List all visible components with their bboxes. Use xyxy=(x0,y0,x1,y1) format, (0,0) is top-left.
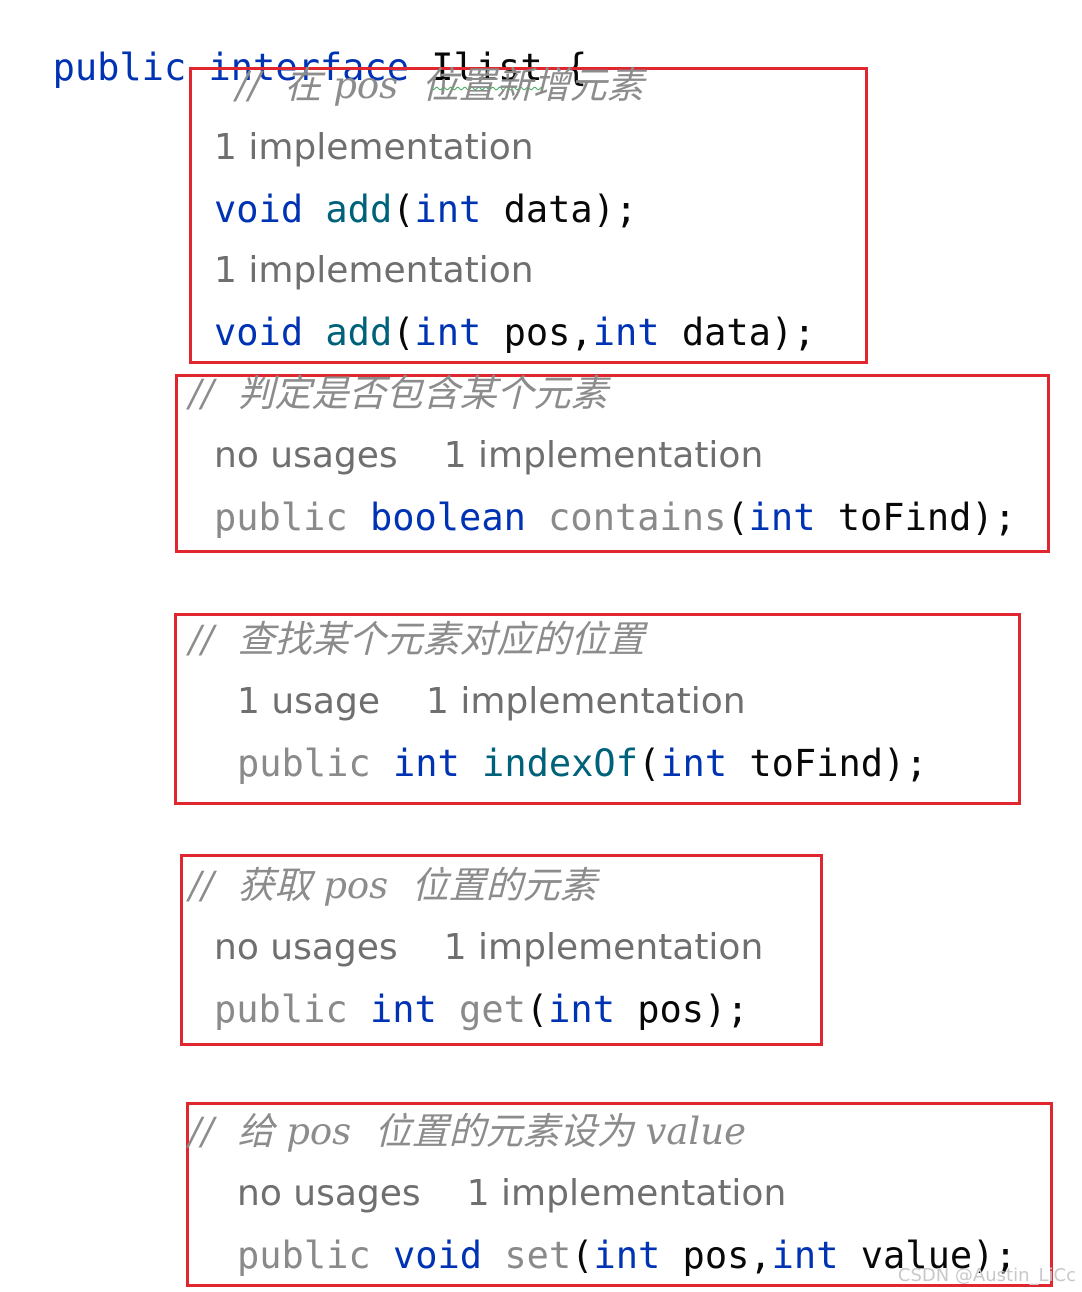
method-signature-add-data: void add(int data); xyxy=(214,188,637,232)
usage-hint-add-1[interactable]: 1 implementation xyxy=(214,126,580,170)
hint-usages[interactable]: no usages xyxy=(214,927,398,968)
param-type: int xyxy=(748,496,816,539)
comment-contains: // 判定是否包含某个元素 xyxy=(189,372,608,415)
hint-usages[interactable]: no usages xyxy=(214,435,398,476)
return-type: int xyxy=(369,988,437,1031)
param-type: int xyxy=(592,311,660,354)
keyword-public: public xyxy=(52,46,187,89)
param-type: int xyxy=(660,742,728,785)
param-rest: toFind); xyxy=(815,496,1016,539)
modifier-public: public xyxy=(237,1234,371,1277)
method-name-get[interactable]: get xyxy=(459,988,526,1031)
paren: ( xyxy=(392,188,415,231)
param-rest: data); xyxy=(481,188,638,231)
method-signature-contains: public boolean contains(int toFind); xyxy=(214,496,1016,540)
param-pos: pos, xyxy=(481,311,593,354)
comment-indexof: // 查找某个元素对应的位置 xyxy=(189,618,645,661)
paren: ( xyxy=(637,742,661,785)
usage-hint-add-2[interactable]: 1 implementation xyxy=(214,249,580,293)
usage-hints-get[interactable]: no usages 1 implementation xyxy=(214,926,809,970)
hint-implementation[interactable]: 1 implementation xyxy=(214,127,534,168)
param-rest: data); xyxy=(659,311,816,354)
method-name-set[interactable]: set xyxy=(504,1234,571,1277)
method-name-add[interactable]: add xyxy=(325,188,392,231)
modifier-public: public xyxy=(214,496,348,539)
comment-set: // 给 pos 位置的元素设为 value xyxy=(189,1110,746,1153)
method-signature-add-pos-data: void add(int pos,int data); xyxy=(214,311,815,355)
return-type: void xyxy=(214,311,304,354)
hint-implementation[interactable]: 1 implementation xyxy=(214,250,534,291)
return-type: void xyxy=(214,188,304,231)
paren: ( xyxy=(525,988,549,1031)
hint-implementation[interactable]: 1 implementation xyxy=(444,435,764,476)
return-type: int xyxy=(392,742,460,785)
hint-usages[interactable]: 1 usage xyxy=(237,681,380,722)
return-type: void xyxy=(392,1234,483,1277)
param-rest: toFind); xyxy=(727,742,928,785)
param-type: int xyxy=(593,1234,661,1277)
comment-get: // 获取 pos 位置的元素 xyxy=(189,864,597,907)
paren: ( xyxy=(571,1234,594,1277)
return-type: boolean xyxy=(369,496,526,539)
method-name-indexof[interactable]: indexOf xyxy=(482,742,638,785)
method-name-contains[interactable]: contains xyxy=(548,496,726,539)
param-type: int xyxy=(548,988,615,1031)
hint-implementation[interactable]: 1 implementation xyxy=(426,681,746,722)
method-signature-get: public int get(int pos); xyxy=(214,988,749,1032)
param-pos: pos, xyxy=(660,1234,772,1277)
usage-hints-contains[interactable]: no usages 1 implementation xyxy=(214,434,809,478)
usage-hints-indexof[interactable]: 1 usage 1 implementation xyxy=(237,680,792,724)
modifier-public: public xyxy=(214,988,348,1031)
method-signature-indexof: public int indexOf(int toFind); xyxy=(237,742,928,786)
param-type: int xyxy=(771,1234,839,1277)
paren: ( xyxy=(392,311,415,354)
param-rest: pos); xyxy=(614,988,749,1031)
param-type: int xyxy=(414,311,482,354)
hint-implementation[interactable]: 1 implementation xyxy=(467,1173,787,1214)
method-name-add[interactable]: add xyxy=(325,311,392,354)
paren: ( xyxy=(726,496,749,539)
modifier-public: public xyxy=(237,742,371,785)
comment-add: // 在 pos 位置新增元素 xyxy=(236,64,644,107)
hint-usages[interactable]: no usages xyxy=(237,1173,421,1214)
param-type: int xyxy=(414,188,482,231)
usage-hints-set[interactable]: no usages 1 implementation xyxy=(237,1172,832,1216)
hint-implementation[interactable]: 1 implementation xyxy=(444,927,764,968)
watermark: CSDN @Austin_LiCc xyxy=(897,1265,1076,1286)
